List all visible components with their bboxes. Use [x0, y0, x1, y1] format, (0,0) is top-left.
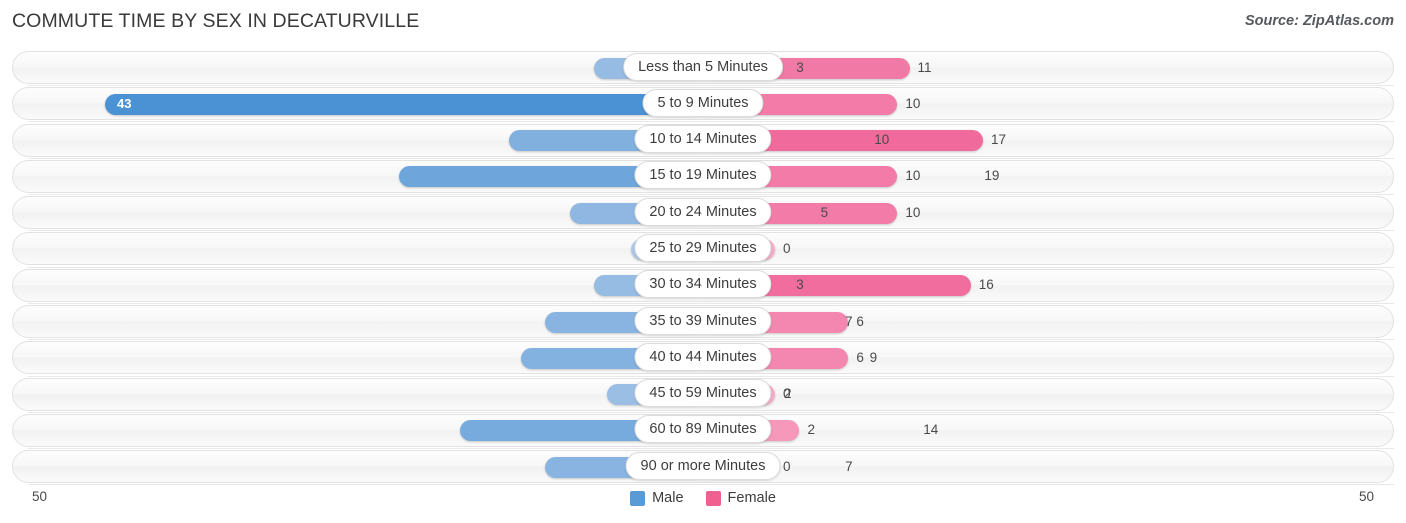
value-label-female: 6: [856, 313, 864, 329]
value-label-male: 5: [820, 204, 829, 220]
chart-header: COMMUTE TIME BY SEX IN DECATURVILLE Sour…: [0, 0, 1406, 44]
category-label[interactable]: 45 to 59 Minutes: [634, 379, 772, 408]
bar-rows-container: 3 11 Less than 5 Minutes 43 10 5 to 9 Minutes…: [0, 50, 1406, 486]
legend-item-male[interactable]: Male: [630, 490, 684, 506]
value-label-female: 16: [978, 277, 994, 293]
legend-label-male: Male: [652, 490, 684, 506]
category-label[interactable]: 30 to 34 Minutes: [634, 270, 772, 299]
source-attribution: Source: ZipAtlas.com: [1244, 13, 1394, 29]
value-label-male: 43: [117, 95, 132, 111]
commute-time-chart: COMMUTE TIME BY SEX IN DECATURVILLE Sour…: [0, 0, 1406, 523]
category-label[interactable]: 10 to 14 Minutes: [634, 125, 772, 154]
value-label-female: 0: [783, 386, 791, 402]
legend-label-female: Female: [727, 490, 776, 506]
value-label-female: 17: [990, 132, 1006, 148]
bar-row: 5 10 20 to 24 Minutes: [0, 195, 1406, 232]
legend-item-female[interactable]: Female: [705, 490, 776, 506]
chart-footer: 50 50 Male Female: [0, 487, 1406, 523]
chart-legend: Male Female: [0, 487, 1406, 509]
value-label-male: 3: [796, 59, 804, 75]
category-label[interactable]: 60 to 89 Minutes: [634, 415, 772, 444]
category-label[interactable]: 15 to 19 Minutes: [634, 161, 772, 190]
bar-row: 9 6 40 to 44 Minutes: [0, 340, 1406, 377]
value-label-male: 7: [845, 458, 853, 474]
bar-row: 14 2 60 to 89 Minutes: [0, 413, 1406, 450]
value-label-female: 11: [917, 59, 932, 75]
bar-row: 3 16 30 to 34 Minutes: [0, 268, 1406, 304]
value-label-female: 2: [807, 422, 815, 438]
category-label[interactable]: 5 to 9 Minutes: [642, 88, 764, 117]
category-label[interactable]: 20 to 24 Minutes: [634, 197, 772, 226]
value-label-female: 0: [783, 458, 791, 474]
category-label[interactable]: 40 to 44 Minutes: [634, 342, 772, 371]
value-label-male: 3: [796, 277, 804, 293]
row-separator: [28, 484, 1394, 486]
bar-row: 7 0 90 or more Minutes: [0, 449, 1406, 486]
value-label-female: 10: [905, 95, 921, 111]
bar-male[interactable]: [105, 93, 703, 115]
category-label[interactable]: 90 or more Minutes: [625, 451, 781, 480]
value-label-female: 10: [905, 204, 921, 220]
legend-swatch-female: [705, 490, 721, 506]
value-label-male: 19: [984, 168, 1000, 184]
value-label-female: 6: [856, 349, 864, 365]
legend-swatch-male: [630, 490, 646, 506]
bar-row: 10 17 10 to 14 Minutes: [0, 123, 1406, 159]
category-label[interactable]: Less than 5 Minutes: [623, 52, 783, 81]
value-label-male: 10: [874, 132, 890, 148]
category-label[interactable]: 35 to 39 Minutes: [634, 306, 772, 335]
value-label-male: 7: [845, 313, 853, 329]
value-label-male: 14: [923, 422, 939, 438]
bar-row: 0025 to 29 Minutes: [0, 231, 1406, 268]
value-label-female: 10: [905, 168, 921, 184]
bar-row: 19 10 15 to 19 Minutes: [0, 159, 1406, 196]
bar-row: 2 0 45 to 59 Minutes: [0, 377, 1406, 413]
page-title: COMMUTE TIME BY SEX IN DECATURVILLE: [12, 10, 420, 32]
bar-row: 3 11 Less than 5 Minutes: [0, 50, 1406, 87]
value-label-female: 0: [783, 240, 791, 256]
bar-row: 7 6 35 to 39 Minutes: [0, 304, 1406, 341]
category-label[interactable]: 25 to 29 Minutes: [634, 233, 772, 262]
value-label-male: 9: [869, 349, 878, 365]
bar-row: 43 10 5 to 9 Minutes: [0, 86, 1406, 123]
